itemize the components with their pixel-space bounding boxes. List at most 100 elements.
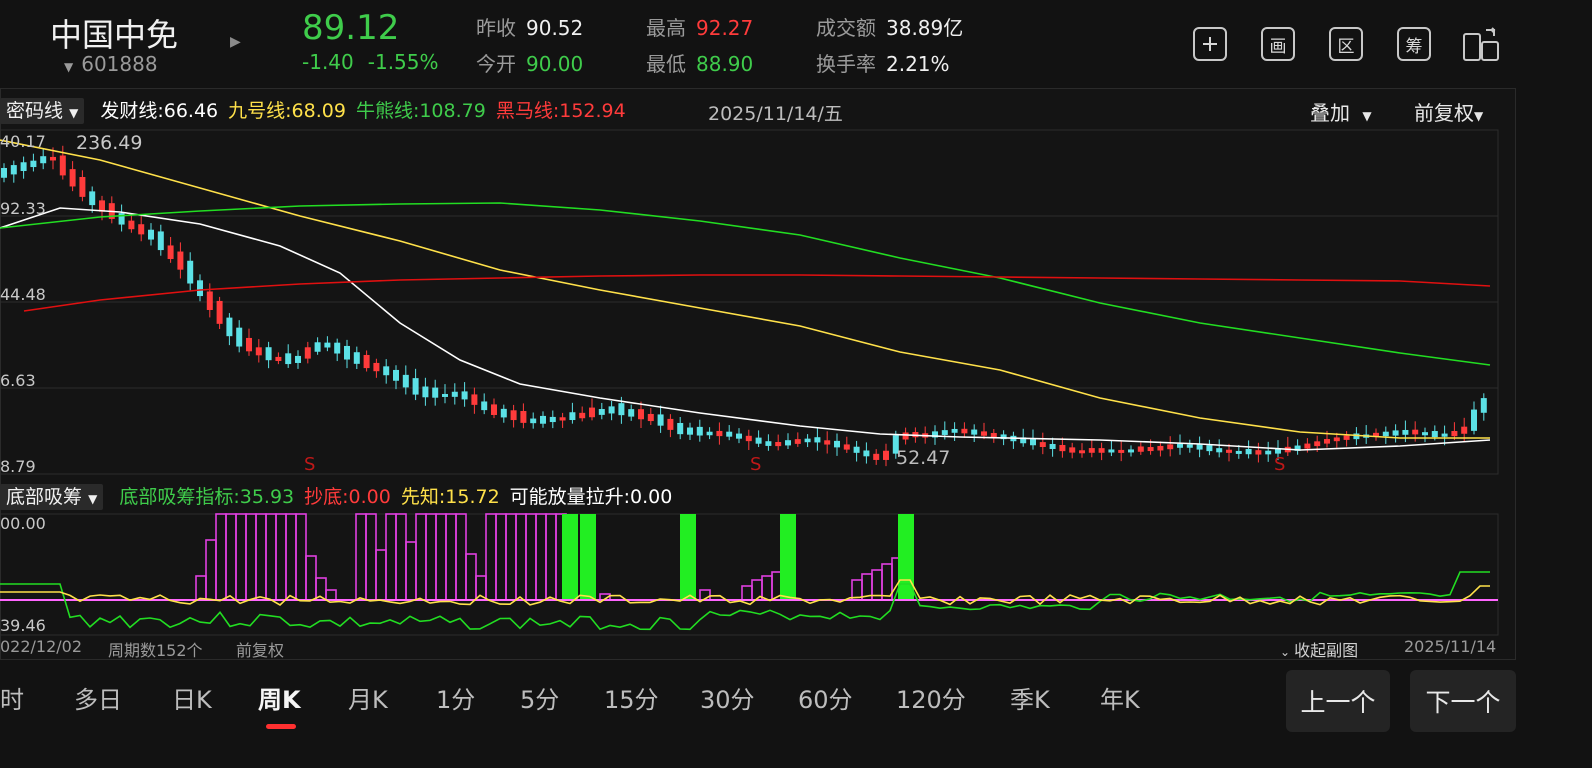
adjust-dropdown[interactable]: 前复权▼	[1414, 97, 1483, 126]
period-tabs: 时 多日 日K 周K 月K 1分 5分 15分 30分 60分 120分 季K 年K	[0, 680, 1280, 729]
candle-body	[1059, 444, 1066, 452]
candle-body	[1382, 431, 1389, 437]
candle-body	[363, 354, 370, 369]
candle-body	[589, 407, 595, 418]
candle-body	[285, 353, 292, 365]
candle-body	[628, 409, 635, 417]
candle-body	[1186, 444, 1193, 448]
candle-body	[1333, 437, 1340, 442]
main-indicator-0: 发财线:66.46	[100, 100, 219, 122]
magenta-bar	[285, 513, 297, 601]
main-indicator-1: 九号线:68.09	[228, 100, 346, 122]
tab-2[interactable]: 日K	[172, 680, 212, 715]
tab-1[interactable]: 多日	[74, 680, 122, 715]
candle-body	[1422, 432, 1428, 436]
high-price: 最高 92.27	[646, 16, 754, 40]
candle-body	[765, 441, 772, 446]
magenta-bar	[535, 513, 547, 601]
candle-body	[255, 347, 262, 356]
y-label-3: 44.48	[0, 285, 46, 304]
candle-body	[324, 342, 331, 348]
tab-4[interactable]: 月K	[348, 680, 388, 715]
candle-body	[1039, 442, 1046, 448]
tab-9[interactable]: 60分	[798, 680, 853, 715]
sub-indicator-2: 先知:15.72	[400, 486, 500, 508]
end-date: 2025/11/14	[1404, 637, 1497, 656]
turnover-rate: 换手率 2.21%	[816, 52, 950, 76]
candle-body	[520, 410, 527, 423]
expand-arrow-icon[interactable]: ▶	[230, 34, 241, 50]
main-indicator-name: 密码线	[6, 100, 64, 122]
sub-indicator-select[interactable]: 底部吸筹 ▼	[0, 484, 104, 510]
start-date: 022/12/02	[0, 637, 83, 656]
candle-body	[471, 394, 478, 405]
prev-button[interactable]: 上一个	[1286, 670, 1390, 732]
candle-body	[667, 418, 674, 430]
candlestick-chart[interactable]	[0, 128, 1500, 478]
candle-body	[834, 440, 840, 448]
tab-11[interactable]: 季K	[1010, 680, 1050, 715]
candle-body	[491, 404, 497, 415]
plus-icon[interactable]	[1193, 27, 1227, 61]
candle-body	[1324, 439, 1330, 444]
tab-3[interactable]: 周K	[258, 680, 301, 715]
device-switch-icon[interactable]	[1462, 26, 1502, 68]
collapse-subchart-button[interactable]: ⌄ 收起副图	[1280, 637, 1358, 661]
section-button[interactable]: 区	[1329, 27, 1363, 61]
main-indicator-select[interactable]: 密码线 ▼	[0, 98, 85, 124]
next-button[interactable]: 下一个	[1410, 670, 1516, 732]
candle-body	[1392, 430, 1399, 436]
candle-body	[696, 426, 703, 436]
candle-body	[745, 435, 752, 442]
sub-indicator-1: 抄底:0.00	[304, 486, 391, 508]
tab-8[interactable]: 30分	[700, 680, 755, 715]
candle-body	[853, 446, 860, 453]
candle-body	[167, 245, 174, 260]
candle-body	[1471, 409, 1477, 431]
tab-5[interactable]: 1分	[436, 680, 475, 715]
sub-y-label-bottom: 39.46	[0, 616, 46, 635]
candle-body	[422, 386, 429, 398]
candle-body	[1314, 441, 1321, 447]
candle-body	[10, 165, 17, 175]
stock-code[interactable]: ▼ 601888	[64, 52, 158, 76]
tab-6[interactable]: 5分	[520, 680, 559, 715]
chart-date: 2025/11/14/五	[708, 103, 843, 125]
candle-body	[951, 428, 958, 433]
low-annotation: 52.47	[896, 447, 951, 469]
prev-label: 上一个	[1300, 688, 1376, 717]
adjust-mode: 前复权	[236, 641, 285, 660]
candle-body	[1137, 446, 1144, 452]
overlay-dropdown[interactable]: 叠加 ▼	[1310, 97, 1372, 126]
candle-body	[1451, 430, 1458, 437]
tab-0[interactable]: 时	[0, 680, 24, 715]
chip-button[interactable]: 筹	[1397, 27, 1431, 61]
candle-body	[647, 413, 654, 422]
green-bar	[580, 514, 596, 600]
candle-body	[638, 409, 644, 420]
indicator-chart[interactable]	[0, 512, 1500, 637]
candle-body	[569, 412, 576, 421]
green-bar	[680, 514, 696, 600]
candle-body	[579, 412, 586, 419]
candle-body	[128, 220, 135, 230]
tab-10[interactable]: 120分	[896, 680, 966, 715]
magenta-bar	[365, 513, 377, 601]
candle-body	[1412, 429, 1419, 435]
tab-7[interactable]: 15分	[604, 680, 659, 715]
candle-body	[1157, 445, 1164, 451]
candle-body	[1206, 445, 1213, 452]
candle-body	[902, 432, 909, 440]
candle-body	[1147, 447, 1154, 452]
candle-body	[530, 418, 537, 424]
candle-body	[1265, 450, 1272, 455]
stock-name: 中国中免	[50, 16, 179, 54]
magenta-bar	[245, 513, 257, 601]
candle-body	[79, 177, 86, 197]
magenta-bar	[405, 541, 417, 601]
tab-12[interactable]: 年K	[1100, 680, 1140, 715]
candle-body	[1108, 449, 1115, 453]
y-label-4: 6.63	[0, 371, 36, 390]
candle-body	[677, 422, 684, 435]
draw-button[interactable]: 画	[1261, 27, 1295, 61]
